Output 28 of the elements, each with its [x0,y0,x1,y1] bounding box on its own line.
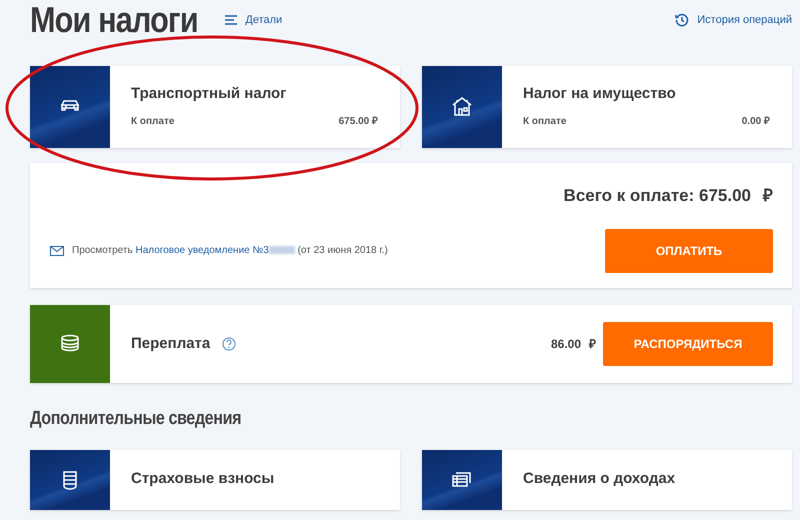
page-title: Мои налоги [30,2,198,38]
info-title: Сведения о доходах [523,469,676,490]
due-label: К оплате [523,114,566,128]
due-amount: 0.00 ₽ [742,114,770,128]
tax-card[interactable]: Налог на имущество К оплате 0.00 ₽ [422,66,792,148]
currency-sign: ₽ [589,336,596,353]
details-link[interactable]: Детали [225,12,282,28]
tax-title: Транспортный налог [131,84,288,104]
overpayment-amount: 86.00 [550,336,581,353]
tax-card[interactable]: Транспортный налог К оплате 675.00 ₽ [30,66,400,148]
help-icon[interactable] [222,337,236,351]
history-link[interactable]: История операций [675,12,792,28]
total-amount: Всего к оплате: 675.00 [564,185,751,207]
tax-title: Налог на имущество [523,84,677,104]
info-card[interactable]: Страховые взносы [30,450,400,510]
menu-icon [225,15,238,25]
due-amount: 675.00 ₽ [338,114,378,128]
section-heading: Дополнительные сведения [30,407,242,431]
info-card[interactable]: Сведения о доходах [422,450,792,510]
info-title: Страховые взносы [131,469,274,490]
envelope-icon [50,246,64,256]
notice-text: Просмотреть Налоговое уведомление №3 (от 23 июня 2018 г.) [72,244,388,258]
due-label: К оплате [131,114,174,128]
currency-sign: ₽ [763,185,773,207]
overpayment-title: Переплата [131,334,210,354]
house-icon [450,95,474,119]
notice-link[interactable]: Налоговое уведомление №3 [135,245,269,256]
history-icon [675,13,690,27]
